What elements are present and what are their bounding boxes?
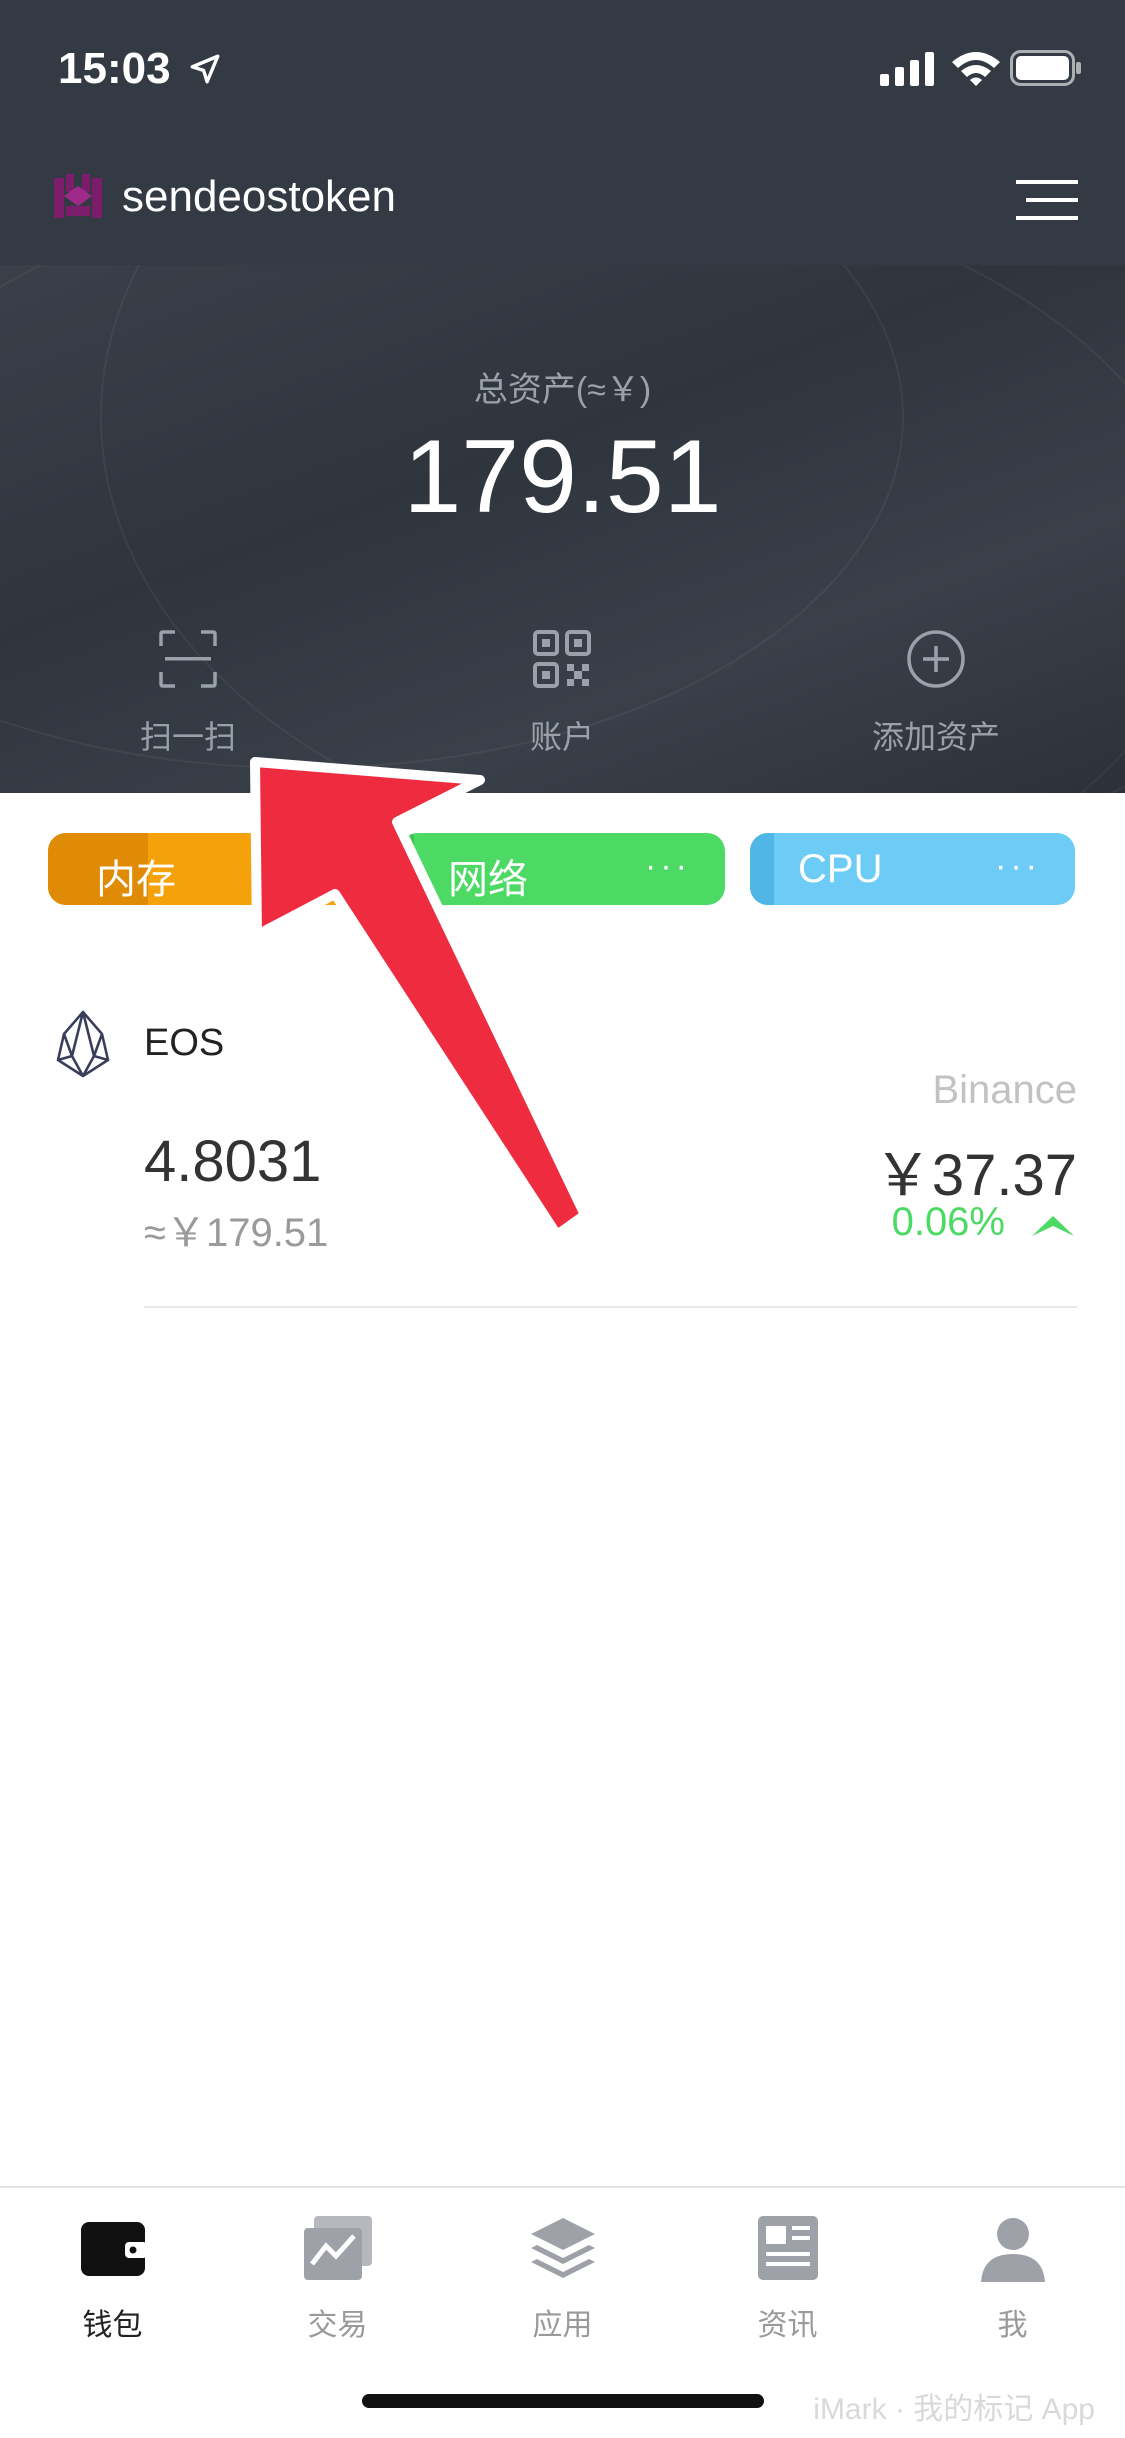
signal-icon <box>880 52 934 86</box>
network-more-icon: ··· <box>645 847 691 885</box>
total-assets-value: 179.51 <box>403 419 722 535</box>
add-circle-icon <box>907 630 965 688</box>
home-indicator[interactable] <box>362 2394 764 2408</box>
location-arrow-icon <box>190 54 220 84</box>
eos-icon <box>56 1010 110 1078</box>
battery-icon <box>1010 50 1081 86</box>
tab-trade[interactable]: 交易 <box>225 2208 450 2344</box>
watermark: iMark · 我的标记 App <box>813 2393 1095 2426</box>
user-icon <box>980 2218 1045 2282</box>
token-amount: 4.8031 <box>144 1129 322 1194</box>
memory-resource-pill[interactable]: 内存 <box>48 833 373 905</box>
account-name[interactable]: sendeostoken <box>122 172 396 222</box>
scan-button[interactable]: 扫一扫 <box>88 628 288 758</box>
price-change: 0.06% <box>891 1200 1005 1244</box>
scan-label: 扫一扫 <box>139 719 236 755</box>
news-icon <box>757 2216 818 2280</box>
cpu-usage-fill <box>750 833 774 905</box>
exchange-name: Binance <box>932 1068 1077 1112</box>
tab-trade-label: 交易 <box>307 2309 368 2342</box>
tab-me-label: 我 <box>997 2309 1028 2342</box>
token-name[interactable]: EOS <box>144 1022 224 1065</box>
account-logo-icon <box>54 174 102 218</box>
network-resource-pill[interactable]: 网络 ··· <box>400 833 725 905</box>
cpu-more-icon: ··· <box>995 847 1041 885</box>
token-approx-value: ≈￥179.51 <box>144 1211 329 1255</box>
tab-me[interactable]: 我 <box>900 2208 1125 2344</box>
cpu-resource-pill[interactable]: CPU ··· <box>750 833 1075 905</box>
status-bar: 15:03 <box>0 0 1125 140</box>
add-asset-button[interactable]: 添加资产 <box>836 628 1036 758</box>
tab-apps[interactable]: 应用 <box>450 2208 675 2344</box>
account-button[interactable]: 账户 <box>462 628 662 758</box>
trade-chart-icon <box>303 2216 372 2280</box>
tab-apps-label: 应用 <box>532 2309 593 2342</box>
memory-label: 内存 <box>96 858 176 902</box>
tab-news[interactable]: 资讯 <box>675 2208 900 2344</box>
tab-wallet[interactable]: 钱包 <box>0 2208 225 2344</box>
scan-icon <box>159 630 217 688</box>
wallet-icon <box>80 2222 147 2276</box>
arrow-up-icon <box>1032 1216 1074 1236</box>
network-label: 网络 <box>448 858 528 902</box>
status-time: 15:03 <box>58 44 171 93</box>
layers-icon <box>530 2218 595 2278</box>
account-label: 账户 <box>529 719 594 755</box>
tab-wallet-label: 钱包 <box>82 2309 143 2342</box>
add-asset-label: 添加资产 <box>871 719 1000 755</box>
qr-code-icon <box>533 630 591 688</box>
tab-news-label: 资讯 <box>757 2309 818 2342</box>
list-divider <box>144 1306 1077 1308</box>
menu-icon[interactable] <box>1016 178 1078 222</box>
wifi-icon <box>952 52 1000 86</box>
cpu-label: CPU <box>798 847 883 891</box>
network-usage-fill <box>400 833 414 905</box>
total-assets-label: 总资产(≈￥) <box>473 371 652 409</box>
